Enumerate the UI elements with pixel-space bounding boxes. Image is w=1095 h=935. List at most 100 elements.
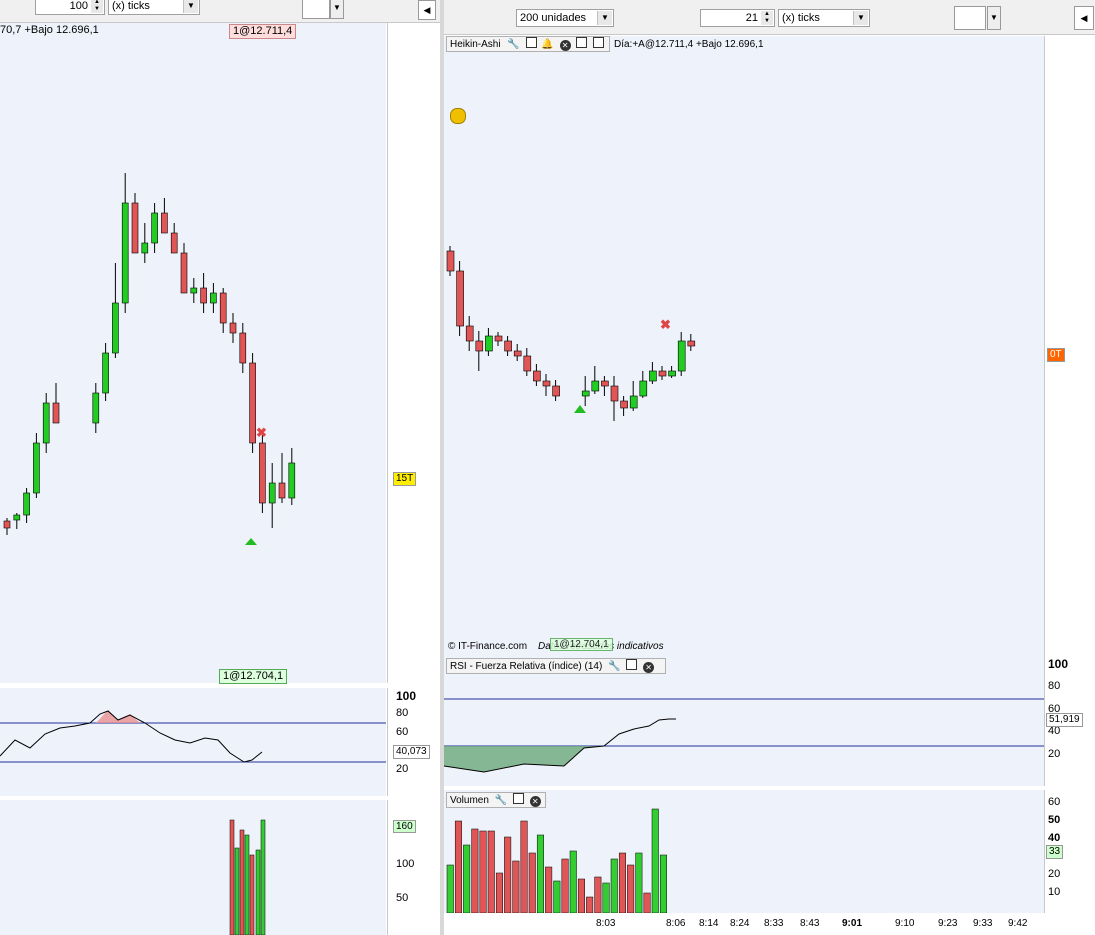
candle-down <box>552 385 560 397</box>
left-price-chart[interactable]: ✖ 70,7 +Bajo 12.696,1 1@12.711,4 1@12.70… <box>0 23 386 684</box>
units-select[interactable]: 200 unidades ▼ <box>516 9 614 27</box>
left-rsi-panel[interactable] <box>0 688 386 796</box>
volume-bar-down <box>586 896 594 913</box>
time-tick: 8:06 <box>666 918 686 929</box>
candle-down <box>239 332 247 364</box>
volume-bar-down <box>454 820 462 913</box>
rsi-tick: 80 <box>1048 679 1061 692</box>
left-volume-panel[interactable] <box>0 800 386 935</box>
down-arrow-icon[interactable] <box>576 37 588 48</box>
candle-up <box>141 242 149 254</box>
candle-down <box>161 212 168 234</box>
volume-bar-up <box>635 852 643 913</box>
time-tick: 9:01 <box>842 918 863 929</box>
right-volume-panel[interactable]: Volumen 🔧 ✕ <box>444 790 1044 913</box>
left-scroll-arrow-icon[interactable]: ◀ <box>418 0 436 20</box>
time-tick: 8:33 <box>764 918 784 929</box>
chart-tools-icon[interactable] <box>954 6 986 30</box>
wrench-icon[interactable]: 🔧 <box>507 39 519 50</box>
right-price-chart[interactable]: ✖ Heikin-Ashi 🔧 🔔 ✕ Día:+A@12.711,4 +Baj… <box>444 36 1044 656</box>
right-quantity-input[interactable]: 21 ▲ ▼ <box>700 9 775 27</box>
candle-up <box>13 514 21 521</box>
chart-tools-icon[interactable] <box>302 0 330 19</box>
volume-bar-up <box>463 844 471 913</box>
right-type-select[interactable]: (x) ticks ▼ <box>778 9 870 27</box>
chart-tools-dropdown[interactable]: ▼ <box>987 6 1001 30</box>
left-chart-window: 100 ▲ ▼ (x) ticks ▼ ▼ ◀ ✖ 70,7 +Bajo 12.6… <box>0 0 440 935</box>
right-rsi-panel[interactable]: RSI - Fuerza Relativa (índice) (14) 🔧 ✕ <box>444 656 1044 786</box>
alarm-bell-icon[interactable] <box>450 108 466 124</box>
candle-up <box>639 380 648 397</box>
candle-up <box>649 370 657 382</box>
candle-down <box>523 355 532 372</box>
left-last-trade-badge: 1@12.711,4 <box>229 24 297 39</box>
sell-marker-icon: ✖ <box>256 425 267 440</box>
candle-down <box>475 340 484 352</box>
left-price-axis: 12.792,012.789,012.786,212.784,112.772,6… <box>387 23 440 683</box>
maximize-icon[interactable] <box>626 659 638 670</box>
volume-tick: 10 <box>1048 886 1061 898</box>
volume-title: Volumen <box>450 795 489 806</box>
volume-bar-up <box>234 847 240 935</box>
right-scroll-arrow-icon[interactable]: ◀ <box>1074 6 1094 30</box>
chevron-down-icon: ▼ <box>183 0 198 13</box>
close-icon[interactable]: ✕ <box>643 662 655 673</box>
time-tick: 9:23 <box>938 918 958 929</box>
left-countdown-tag: 15T <box>393 472 417 486</box>
candle-up <box>677 340 686 372</box>
candle-down <box>131 202 139 254</box>
right-toolbar: 200 unidades ▼ 21 ▲ ▼ (x) ticks ▼ ▼ ◀ <box>444 0 1095 35</box>
rsi-tick: 100 <box>396 689 417 703</box>
left-quantity-input[interactable]: 100 ▲ ▼ <box>35 0 105 15</box>
candle-down <box>494 335 503 342</box>
up-arrow-icon[interactable] <box>593 37 605 48</box>
candle-down <box>229 322 237 334</box>
rsi-oversold-fill <box>444 746 604 772</box>
bell-icon[interactable]: 🔔 <box>541 39 553 50</box>
volume-tick: 50 <box>396 892 409 904</box>
volume-bar-up <box>244 834 250 935</box>
candle-up <box>210 292 217 304</box>
close-icon[interactable]: ✕ <box>559 40 571 51</box>
right-price-axis: 12.764,712.760,112.75012.743,212.742,512… <box>1044 36 1095 656</box>
volume-bar-down <box>643 892 651 913</box>
candle-up <box>23 492 30 516</box>
left-bottom-trade-badge: 1@12.704,1 <box>219 669 288 684</box>
volume-bar-down <box>545 866 553 913</box>
candle-up <box>485 335 493 352</box>
left-price-svg: ✖ <box>3 173 296 545</box>
candle-down <box>465 325 474 342</box>
right-quantity-spinner[interactable]: ▲ ▼ <box>761 11 773 25</box>
buy-arrow-icon <box>574 405 586 413</box>
rsi-tick: 80 <box>396 707 409 720</box>
volume-bar-up <box>610 858 618 913</box>
maximize-icon[interactable] <box>512 793 524 804</box>
wrench-icon[interactable]: 🔧 <box>608 661 620 672</box>
wrench-icon[interactable]: 🔧 <box>495 795 507 806</box>
volume-bar-down <box>627 864 635 913</box>
candle-up <box>92 392 100 424</box>
candle-up <box>121 202 129 304</box>
candle-up <box>581 390 590 397</box>
volume-tick: 100 <box>396 858 415 870</box>
volume-bar-down <box>487 830 495 913</box>
candle-down <box>610 385 619 402</box>
chevron-down-icon: ▼ <box>597 11 612 25</box>
candle-down <box>456 270 464 327</box>
volume-bar-up <box>602 882 610 913</box>
left-quantity-spinner[interactable]: ▲ ▼ <box>91 0 103 13</box>
rsi-tick: 20 <box>396 762 409 775</box>
candle-up <box>190 287 198 294</box>
volume-tick: 20 <box>1048 868 1061 880</box>
time-axis: 8:03 8:06 8:14 8:24 8:33 8:43 9:01 9:10 9:23 9:33… <box>444 913 1095 935</box>
maximize-icon[interactable] <box>525 37 537 48</box>
left-rsi-axis: 10080604020 40,073 <box>387 688 440 796</box>
chart-tools-dropdown[interactable]: ▼ <box>330 0 344 19</box>
right-chart-window: 200 unidades ▼ 21 ▲ ▼ (x) ticks ▼ ▼ ◀ ✖ H… <box>444 0 1095 935</box>
volume-bar-up <box>553 880 561 913</box>
close-icon[interactable]: ✕ <box>529 796 541 807</box>
volume-bar-down <box>479 830 487 913</box>
volume-bar-down <box>249 854 255 935</box>
left-type-select[interactable]: (x) ticks ▼ <box>108 0 200 15</box>
buy-arrow-icon <box>245 538 257 545</box>
